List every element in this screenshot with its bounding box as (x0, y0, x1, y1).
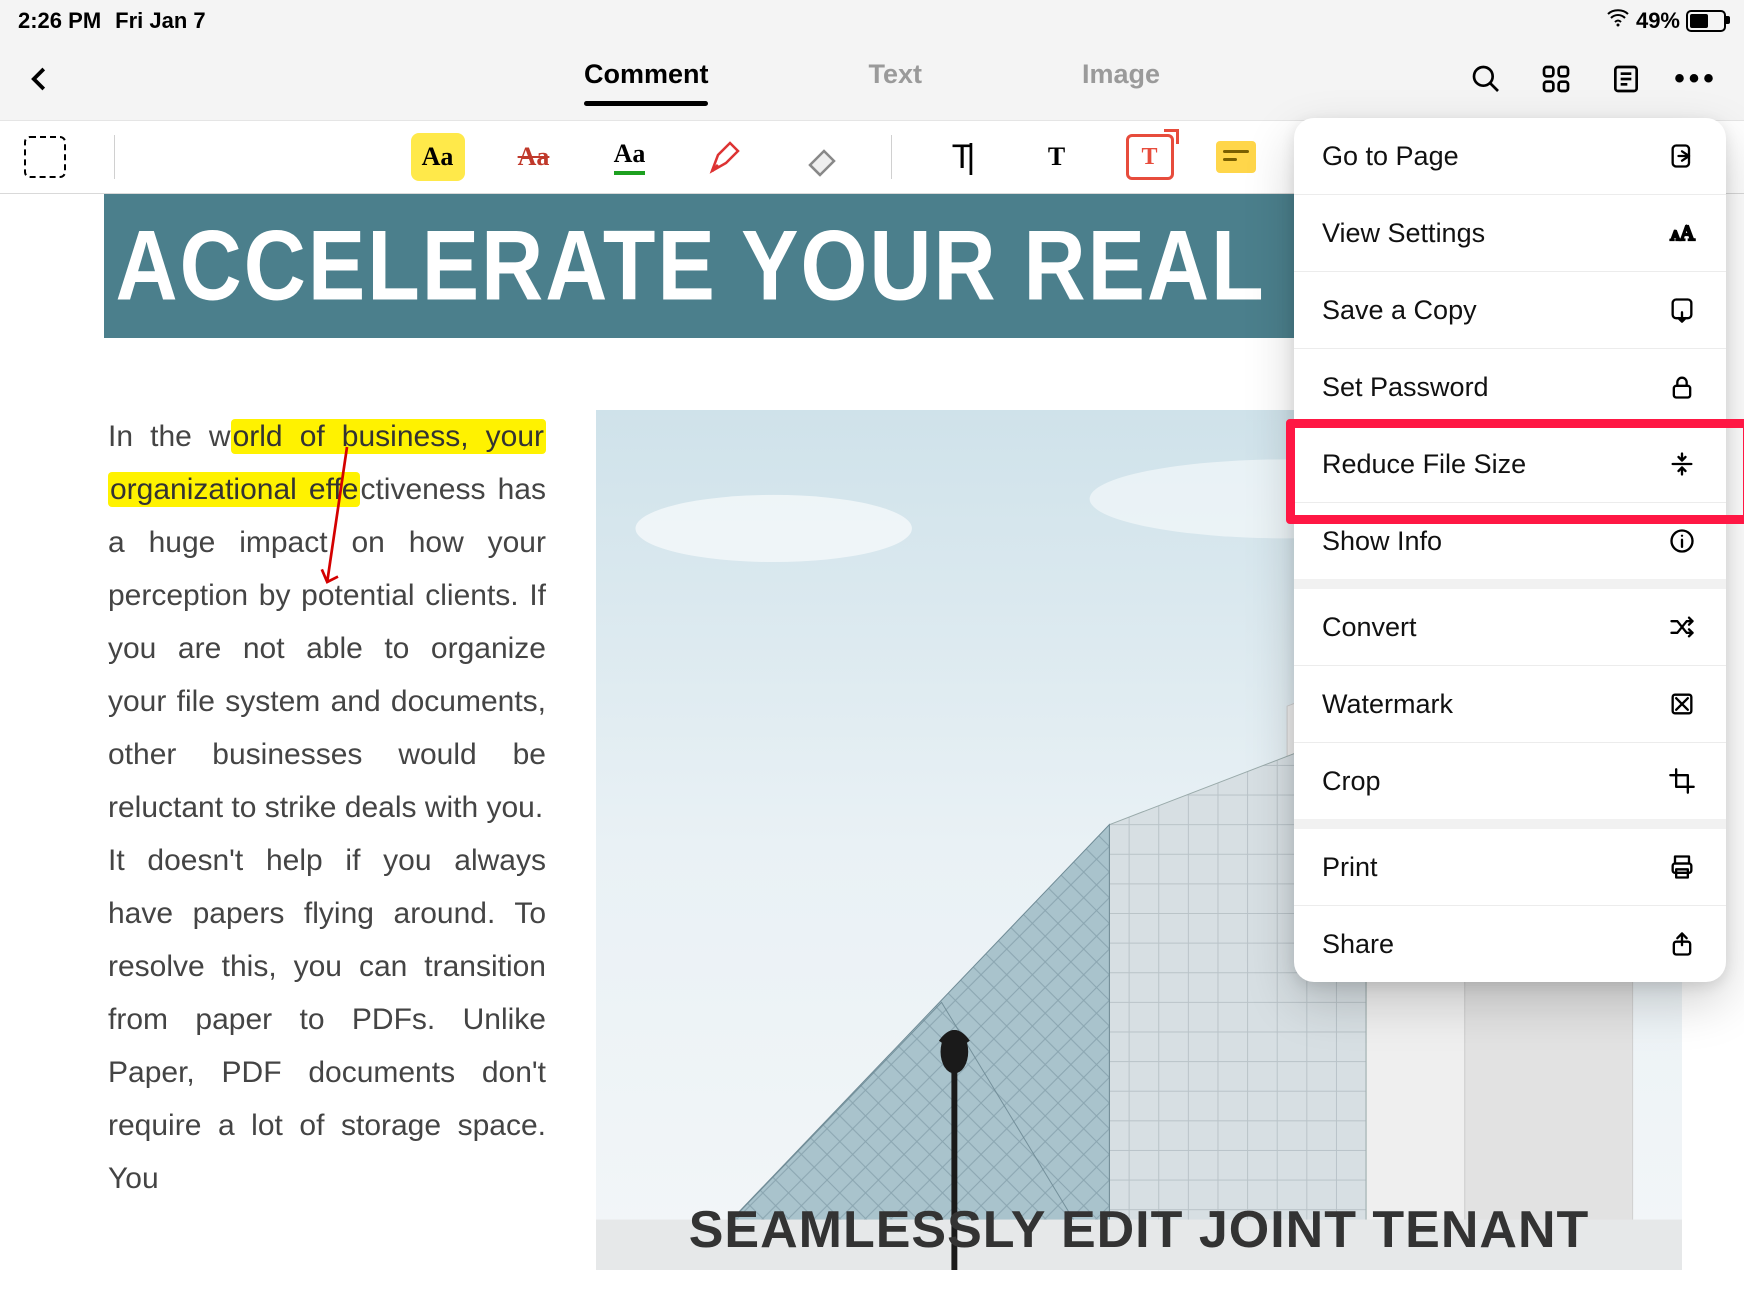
tab-comment-label: Comment (584, 59, 709, 89)
more-icon: ••• (1674, 62, 1718, 96)
textbox-tool[interactable]: T (1126, 134, 1174, 180)
textbox-tool-label: T (1141, 144, 1157, 171)
watermark-icon (1666, 688, 1698, 720)
battery-icon (1686, 10, 1726, 32)
menu-item-label: Reduce File Size (1322, 449, 1526, 480)
menu-item-label: Save a Copy (1322, 295, 1477, 326)
shuffle-icon (1666, 611, 1698, 643)
battery-percentage: 49% (1636, 8, 1680, 34)
menu-item-print[interactable]: Print (1294, 829, 1726, 905)
body-text-column: In the world of business, your organizat… (108, 410, 546, 1270)
image-caption: SEAMLESSLY EDIT JOINT TENANT (689, 1200, 1590, 1260)
separator (891, 135, 892, 179)
menu-item-label: Convert (1322, 612, 1417, 643)
tab-comment[interactable]: Comment (584, 59, 709, 100)
status-date: Fri Jan 7 (115, 8, 205, 34)
tab-image-label: Image (1082, 59, 1160, 89)
menu-item-share[interactable]: Share (1294, 905, 1726, 982)
aa-icon: AA (1666, 217, 1698, 249)
crop-icon (1666, 765, 1698, 797)
highlight-span-2: organizational effe (108, 472, 360, 507)
status-bar: 2:26 PM Fri Jan 7 49% (0, 0, 1744, 38)
thumbnails-icon[interactable] (1538, 61, 1574, 97)
highlight-span-1: orld of business, your (231, 419, 546, 454)
tab-image[interactable]: Image (1082, 59, 1160, 100)
strikethrough-tool-label: Aa (518, 142, 550, 172)
compress-icon (1666, 448, 1698, 480)
pen-tool[interactable] (699, 133, 753, 181)
more-menu: Go to Page View Settings AA Save a Copy Set … (1294, 118, 1726, 982)
menu-item-label: View Settings (1322, 218, 1485, 249)
tab-text-label: Text (868, 59, 922, 89)
more-menu-button[interactable]: ••• (1678, 61, 1714, 97)
menu-item-reduce-file-size[interactable]: Reduce File Size (1294, 425, 1726, 502)
para2: It doesn't help if you always have paper… (108, 844, 546, 1195)
info-icon (1666, 525, 1698, 557)
status-time: 2:26 PM (18, 8, 101, 34)
menu-item-label: Set Password (1322, 372, 1489, 403)
goto-icon (1666, 140, 1698, 172)
text-tool-label: T (1048, 142, 1065, 172)
tab-text[interactable]: Text (868, 59, 922, 100)
menu-item-view-settings[interactable]: View Settings AA (1294, 194, 1726, 271)
lock-icon (1666, 371, 1698, 403)
underline-tool-label: Aa (614, 139, 646, 175)
sticky-note-tool[interactable] (1216, 141, 1256, 173)
menu-item-crop[interactable]: Crop (1294, 742, 1726, 819)
menu-item-label: Print (1322, 852, 1378, 883)
text-tool[interactable]: T (1030, 133, 1084, 181)
menu-item-go-to-page[interactable]: Go to Page (1294, 118, 1726, 194)
search-icon[interactable] (1468, 61, 1504, 97)
highlight-tool-label: Aa (422, 142, 454, 172)
select-icon (24, 136, 66, 178)
menu-item-label: Crop (1322, 766, 1381, 797)
menu-item-watermark[interactable]: Watermark (1294, 665, 1726, 742)
menu-item-label: Show Info (1322, 526, 1442, 557)
menu-item-convert[interactable]: Convert (1294, 589, 1726, 665)
print-icon (1666, 851, 1698, 883)
menu-item-label: Share (1322, 929, 1394, 960)
wifi-icon (1606, 6, 1630, 36)
menu-item-show-info[interactable]: Show Info (1294, 502, 1726, 579)
para1-pre: In the w (108, 420, 231, 453)
red-arrow-annotation (320, 444, 356, 594)
outline-icon[interactable] (1608, 61, 1644, 97)
separator (114, 135, 115, 179)
text-cursor-tool[interactable]: T| (934, 133, 988, 181)
underline-tool[interactable]: Aa (603, 133, 657, 181)
text-cursor-label: T| (952, 138, 970, 177)
highlight-tool[interactable]: Aa (411, 133, 465, 181)
eraser-tool[interactable] (795, 133, 849, 181)
menu-item-label: Watermark (1322, 689, 1453, 720)
share-icon (1666, 928, 1698, 960)
back-button[interactable] (0, 64, 80, 94)
strikethrough-tool[interactable]: Aa (507, 133, 561, 181)
save-icon (1666, 294, 1698, 326)
para1-mid: ctiveness has a huge impact on how your … (108, 473, 546, 824)
nav-bar: Comment Text Image ••• (0, 38, 1744, 120)
area-select-tool[interactable] (18, 133, 72, 181)
svg-text:A: A (1680, 221, 1696, 245)
menu-item-save-a-copy[interactable]: Save a Copy (1294, 271, 1726, 348)
menu-item-label: Go to Page (1322, 141, 1459, 172)
menu-item-set-password[interactable]: Set Password (1294, 348, 1726, 425)
